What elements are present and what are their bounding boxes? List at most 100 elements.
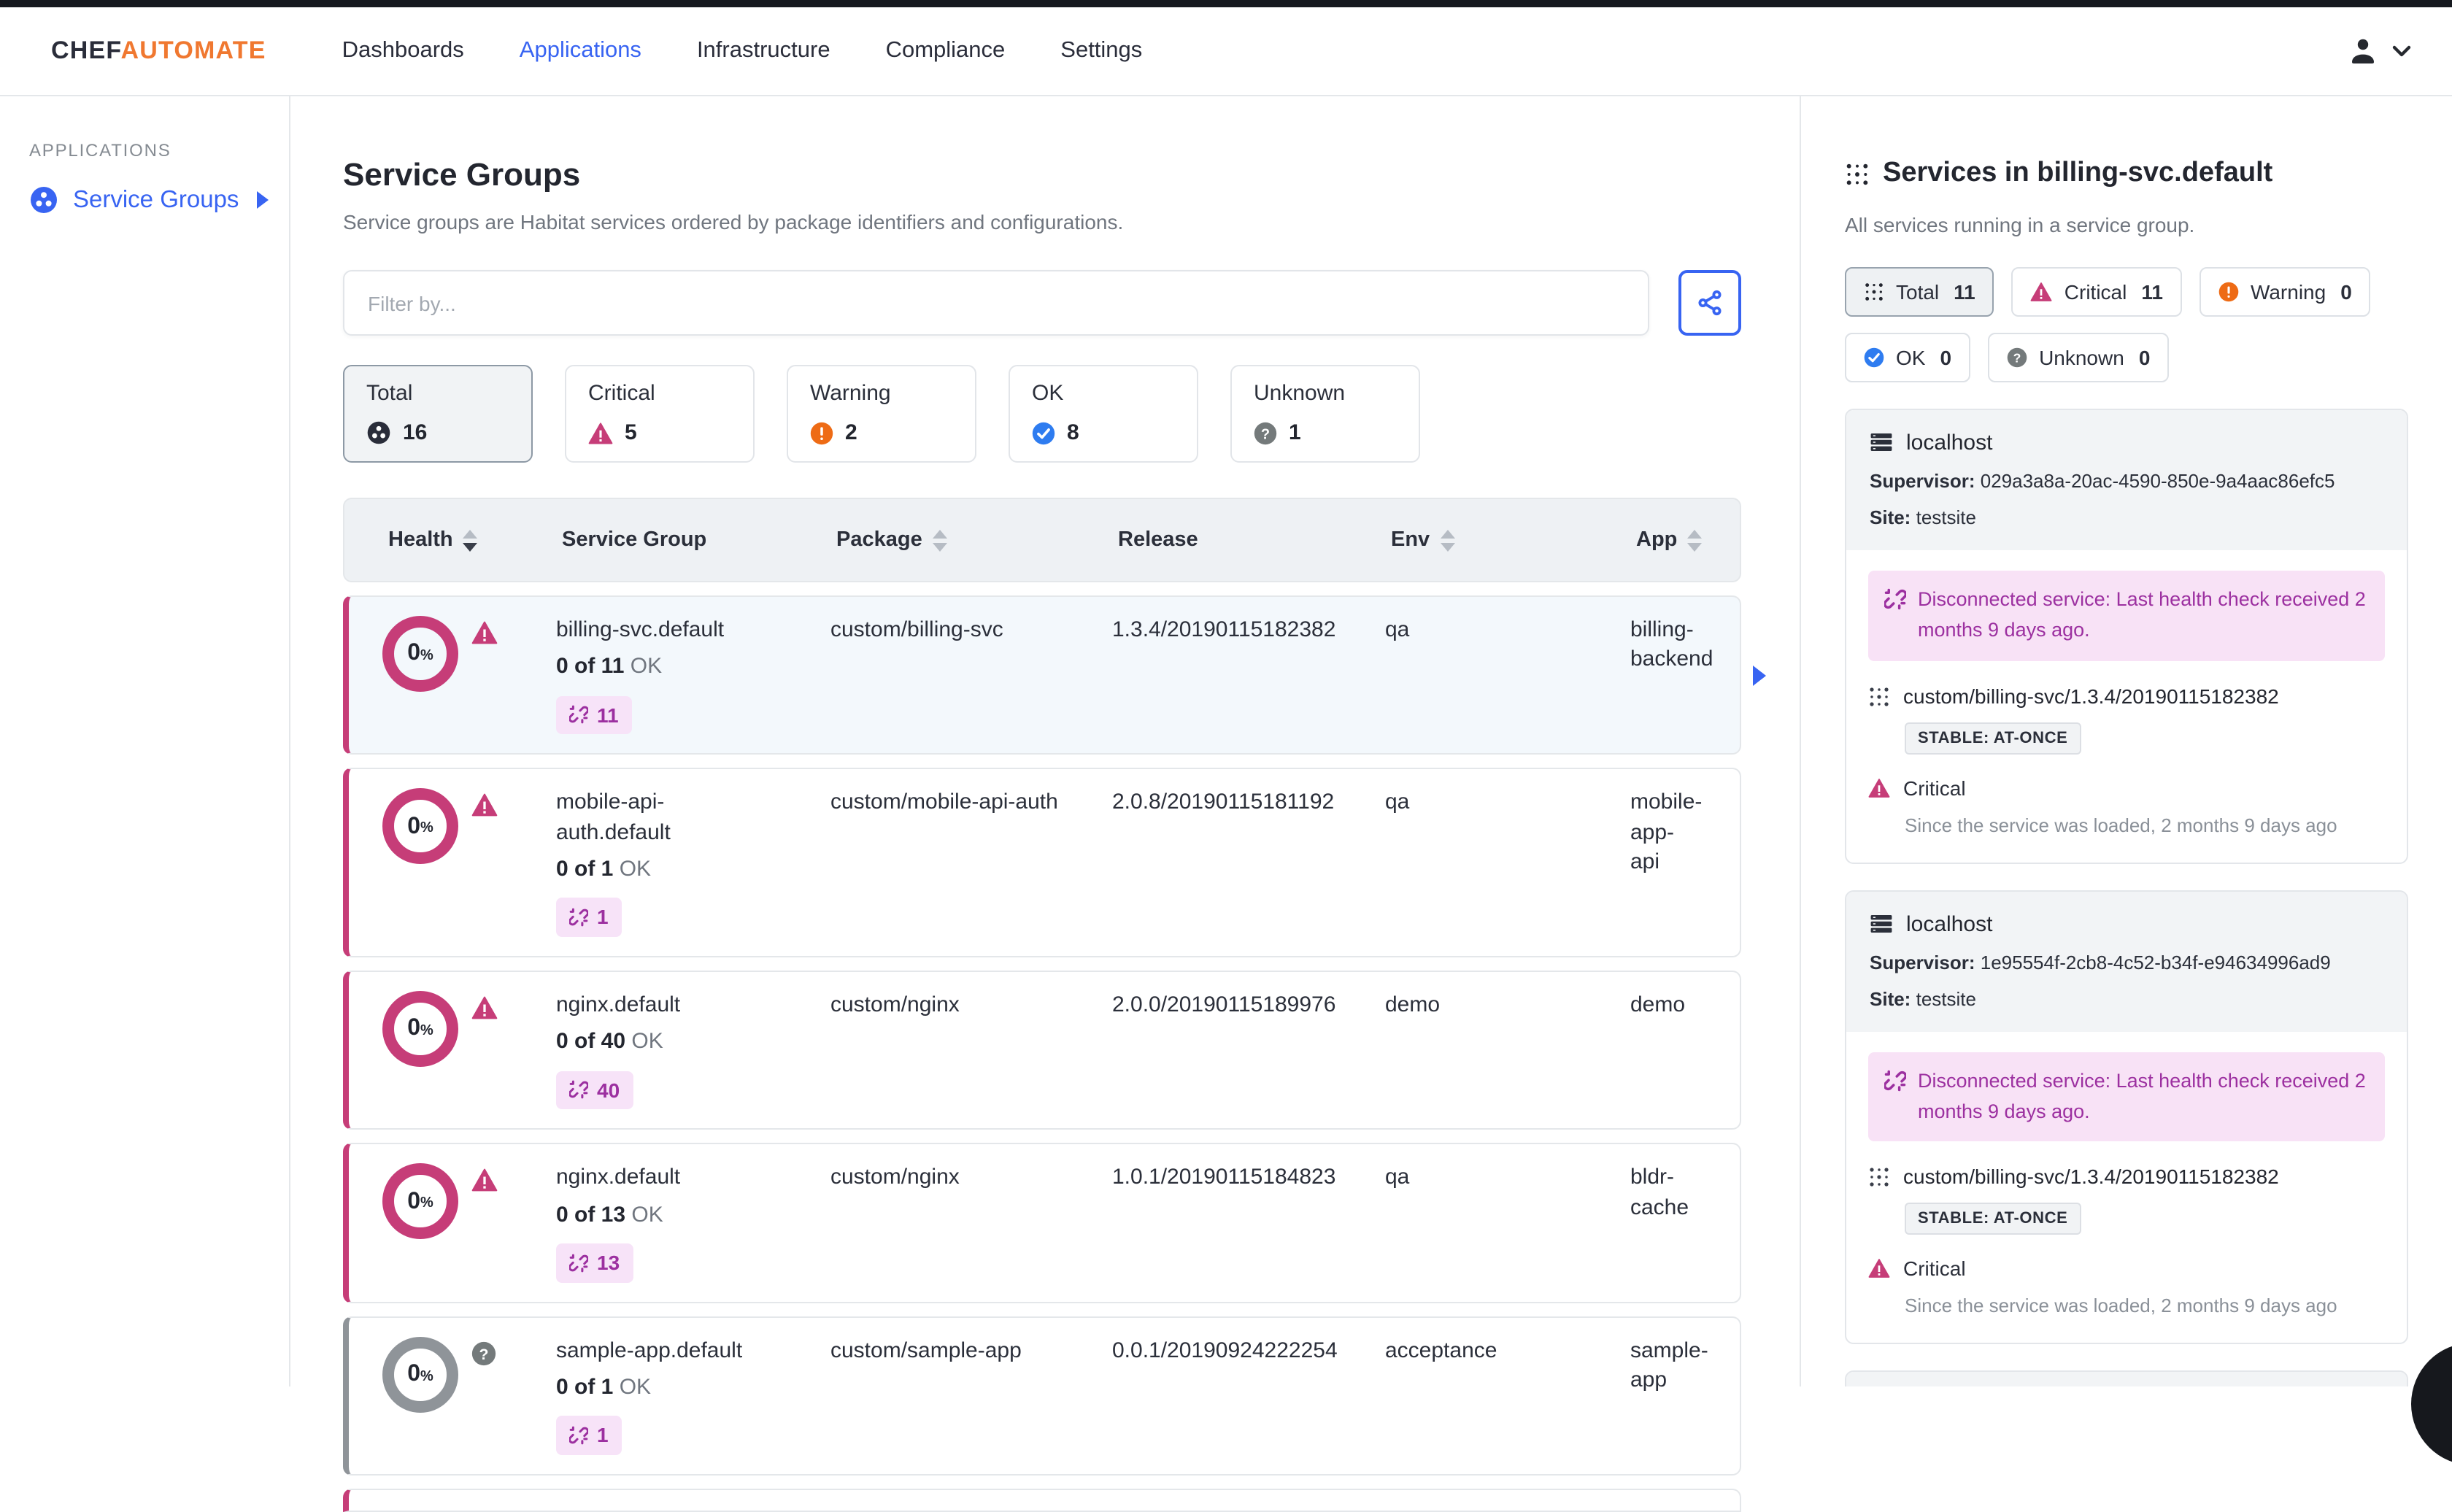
app-cell: demo — [1630, 992, 1686, 1018]
table-row[interactable]: 0% ? sample-app.default 0 of 1 OK 1 cust… — [343, 1316, 1741, 1476]
health-donut: 0% — [382, 991, 458, 1068]
detail-filter-warning[interactable]: Warning 0 — [2199, 266, 2371, 317]
service-card-body: Disconnected service: Last health check … — [1846, 550, 2407, 863]
column-header-package[interactable]: Package — [836, 528, 1118, 552]
health-donut: 0% — [382, 616, 458, 692]
filter-card-total[interactable]: Total 16 — [343, 365, 533, 463]
sort-icon[interactable] — [1440, 529, 1455, 551]
env-cell: qa — [1385, 790, 1410, 815]
service-status: Critical — [1868, 1257, 2385, 1281]
service-card: localhost Supervisor: 029a3a8a-20ac-4590… — [1845, 408, 2408, 864]
disconnected-count-badge[interactable]: 13 — [556, 1243, 633, 1283]
service-card: localhost Supervisor: 2fb65869-de1b-4341… — [1845, 1370, 2408, 1386]
ok-count: 0 of 11 — [556, 654, 625, 679]
app-body: APPLICATIONS Service Groups Service Grou… — [0, 96, 2452, 1512]
disconnected-count-badge[interactable]: 1 — [556, 1416, 622, 1456]
app-cell: billing-backend — [1630, 617, 1713, 672]
detail-filter-unknown[interactable]: ? Unknown 0 — [1988, 332, 2170, 382]
sort-icon[interactable] — [1687, 529, 1703, 551]
filter-card-label: Total — [366, 381, 413, 406]
selected-row-caret-icon — [1753, 665, 1766, 686]
nav-settings[interactable]: Settings — [1060, 38, 1142, 64]
column-header-health[interactable]: Health — [388, 528, 562, 552]
app-cell: sample-app — [1630, 1338, 1708, 1393]
table-row[interactable]: 0% billing-svc.default 0 of 11 OK 11 cus… — [343, 595, 1766, 755]
table-row[interactable]: 0% mobile-api-auth.default 0 of 1 OK 1 c… — [343, 768, 1741, 958]
nav-infrastructure[interactable]: Infrastructure — [697, 38, 830, 64]
filter-card-warning[interactable]: Warning 2 — [787, 365, 976, 463]
column-header-env[interactable]: Env — [1391, 528, 1636, 552]
health-donut: 0% — [382, 1336, 458, 1413]
channel-badge: STABLE: AT-ONCE — [1905, 1203, 2081, 1235]
ok-icon — [1864, 347, 1884, 368]
critical-icon — [588, 421, 613, 444]
nav-compliance[interactable]: Compliance — [886, 38, 1006, 64]
sidebar-item-service-groups[interactable]: Service Groups — [29, 185, 289, 215]
disconnected-count-badge[interactable]: 40 — [556, 1071, 633, 1110]
warning-icon — [810, 421, 833, 444]
critical-icon — [471, 1168, 498, 1193]
filter-input[interactable] — [343, 270, 1649, 336]
release-cell: 2.0.8/20190115181192 — [1112, 790, 1335, 815]
page-title: Service Groups — [343, 156, 581, 193]
total-services-icon — [366, 420, 391, 445]
critical-icon — [471, 995, 498, 1020]
detail-filter-critical[interactable]: Critical 11 — [2011, 266, 2182, 317]
detail-filter-total[interactable]: Total 11 — [1845, 266, 1994, 317]
user-menu[interactable] — [2345, 34, 2411, 69]
chef-automate-logo[interactable]: CHEFAUTOMATE — [51, 36, 266, 66]
chevron-down-icon — [2392, 45, 2411, 58]
status-filter-cards: Total 16 Critical 5 Warning 2 OK 8 Unkno… — [343, 365, 1741, 463]
column-header-app[interactable]: App — [1636, 528, 1713, 552]
filter-card-count: 8 — [1067, 420, 1079, 445]
health-donut: 0% — [382, 1163, 458, 1240]
share-button[interactable] — [1678, 270, 1741, 336]
column-header-release[interactable]: Release — [1118, 528, 1391, 552]
channel-badge: STABLE: AT-ONCE — [1905, 722, 2081, 755]
svg-text:?: ? — [1261, 425, 1270, 441]
filter-card-label: Unknown — [1254, 381, 1346, 406]
env-cell: demo — [1385, 992, 1441, 1018]
service-card-header: localhost Supervisor: 029a3a8a-20ac-4590… — [1846, 409, 2407, 550]
since-loaded-text: Since the service was loaded, 2 months 9… — [1905, 814, 2337, 836]
broken-link-icon — [1884, 1069, 1906, 1127]
services-dots-icon — [1868, 1167, 1890, 1189]
disconnected-count-badge[interactable]: 11 — [556, 695, 632, 735]
service-card-header: localhost Supervisor: 1e95554f-2cb8-4c52… — [1846, 891, 2407, 1032]
host-name: localhost — [1906, 911, 1993, 937]
ok-count: 0 of 13 — [556, 1202, 626, 1227]
filter-card-unknown[interactable]: Unknown ? 1 — [1230, 365, 1420, 463]
nav-applications[interactable]: Applications — [520, 38, 641, 64]
service-group-name: billing-svc.default — [556, 617, 725, 642]
service-card-body: Disconnected service: Last health check … — [1846, 1031, 2407, 1343]
table-row[interactable]: 0% nginx.default 0 of 40 OK 40 custom/ng… — [343, 971, 1741, 1130]
package-cell: custom/nginx — [830, 1165, 960, 1190]
env-cell: acceptance — [1385, 1338, 1497, 1363]
release-cell: 1.3.4/20190115182382 — [1112, 617, 1336, 642]
package-cell: custom/billing-svc — [830, 617, 1003, 642]
table-row-partial[interactable] — [343, 1489, 1741, 1512]
services-dots-icon — [1868, 685, 1890, 707]
services-detail-panel: Services in billing-svc.default All serv… — [1801, 96, 2452, 1386]
sort-icon[interactable] — [463, 529, 478, 551]
table-row[interactable]: 0% nginx.default 0 of 13 OK 13 custom/ng… — [343, 1143, 1741, 1303]
filter-card-critical[interactable]: Critical 5 — [565, 365, 755, 463]
ok-count: 0 of 1 — [556, 856, 614, 882]
release-cell: 2.0.0/20190115189976 — [1112, 992, 1336, 1018]
disconnected-count-badge[interactable]: 1 — [556, 898, 622, 938]
top-navigation: CHEFAUTOMATE Dashboards Applications Inf… — [0, 7, 2452, 96]
sidebar-heading: APPLICATIONS — [29, 140, 171, 161]
sort-icon[interactable] — [932, 529, 947, 551]
column-header-service-group[interactable]: Service Group — [562, 528, 836, 552]
service-group-name: sample-app.default — [556, 1338, 743, 1363]
critical-icon — [471, 620, 498, 645]
filter-card-ok[interactable]: OK 8 — [1009, 365, 1198, 463]
service-card: localhost Supervisor: 1e95554f-2cb8-4c52… — [1845, 890, 2408, 1345]
detail-filter-ok[interactable]: OK 0 — [1845, 332, 1971, 382]
services-dots-icon — [1864, 282, 1884, 302]
broken-link-icon — [569, 706, 588, 725]
svg-text:?: ? — [2013, 350, 2021, 365]
nav-dashboards[interactable]: Dashboards — [342, 38, 464, 64]
filter-card-label: Warning — [810, 381, 891, 406]
site-line: Site: testsite — [1870, 987, 1976, 1010]
